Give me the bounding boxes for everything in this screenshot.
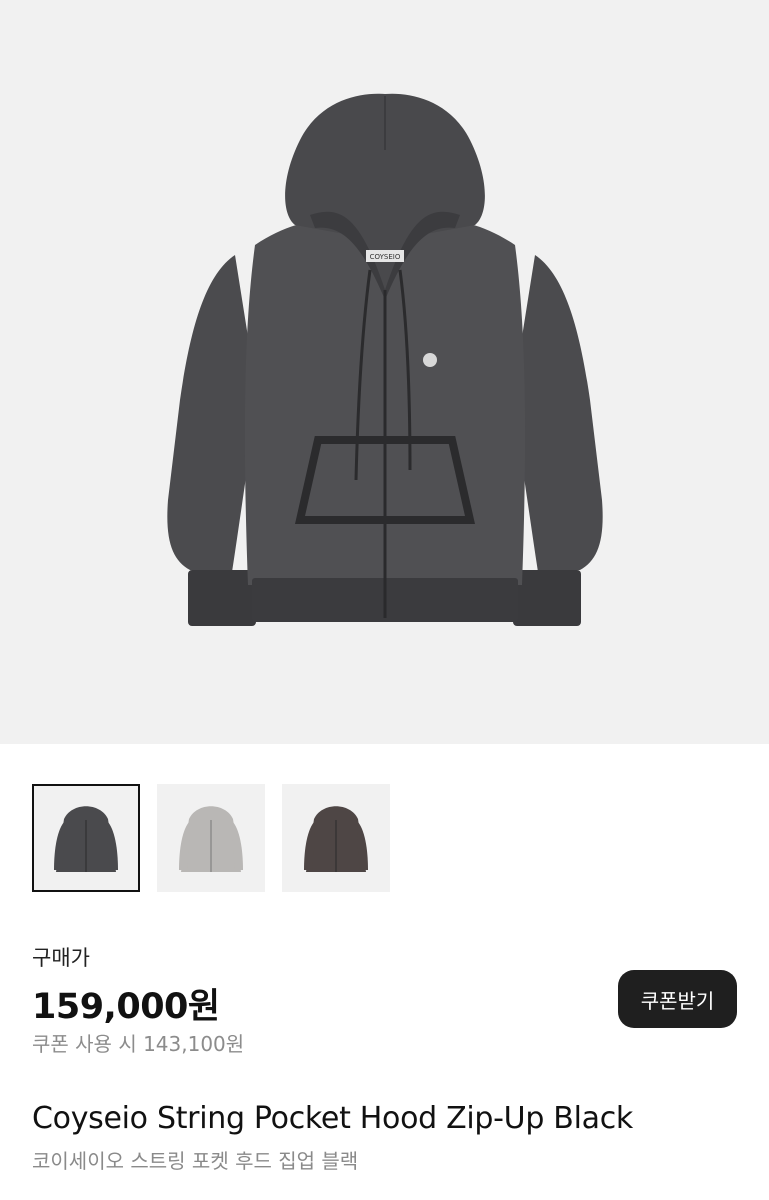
thumbnail-black[interactable] [32,784,140,892]
thumbnail-gray[interactable] [157,784,265,892]
product-main-image[interactable]: COYSEIO [0,0,769,744]
hoodie-thumbnail-brown [304,806,368,872]
price: 159,000원 [32,987,220,1027]
hoodie-thumbnail-black [54,806,118,872]
price-label: 구매가 [32,946,90,970]
hoodie-image: COYSEIO [167,93,603,626]
product-title-en: Coyseio String Pocket Hood Zip-Up Black [32,1101,633,1136]
thumbnail-list [32,784,390,893]
brand-tag: COYSEIO [370,253,401,261]
product-title-ko: 코이세이오 스트링 포켓 후드 집업 블랙 [32,1149,359,1173]
get-coupon-button[interactable]: 쿠폰받기 [618,970,737,1028]
thumbnail-brown[interactable] [282,784,390,892]
hoodie-thumbnail-gray [179,806,243,872]
coupon-price-text: 쿠폰 사용 시 143,100원 [32,1032,245,1056]
